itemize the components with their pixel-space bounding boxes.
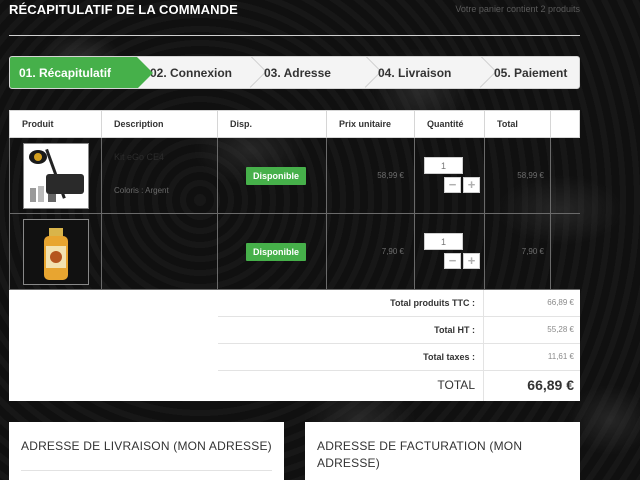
step-payment[interactable]: 05. Paiement <box>482 57 579 88</box>
totals-products-row: Total produits TTC : 66,89 € <box>218 290 580 317</box>
delivery-address-box: ADRESSE DE LIVRAISON (MON ADRESSE) <box>9 422 284 480</box>
totals-taxes-row: Total taxes : 11,61 € <box>218 344 580 371</box>
line-total: 58,99 € <box>517 171 544 180</box>
unit-price-cell: 58,99 € <box>327 138 415 213</box>
header-divider <box>9 35 580 36</box>
header-description: Description <box>102 111 218 137</box>
header-quantity: Quantité <box>415 111 485 137</box>
totals-products-value: 66,89 € <box>547 298 574 307</box>
header-availability: Disp. <box>218 111 327 137</box>
description-cell: Kit eGo CE4 Coloris : Argent <box>102 138 218 213</box>
billing-address-title: ADRESSE DE FACTURATION (MON ADRESSE) <box>317 439 523 470</box>
step-summary[interactable]: 01. Récapitulatif <box>10 57 153 88</box>
delivery-address-divider <box>21 470 272 471</box>
description-cell <box>102 214 218 289</box>
table-row: Kit eGo CE4 Coloris : Argent Disponible … <box>9 138 580 214</box>
delete-cell <box>551 214 581 289</box>
billing-address-box: ADRESSE DE FACTURATION (MON ADRESSE) <box>305 422 580 480</box>
quantity-increase-button[interactable]: + <box>463 177 480 193</box>
totals-spacer <box>9 290 218 401</box>
total-cell: 58,99 € <box>485 138 551 213</box>
totals-grand-row: TOTAL 66,89 € <box>218 371 580 401</box>
cart-count: Votre panier contient 2 produits <box>455 4 580 14</box>
totals-taxes-value: 11,61 € <box>547 352 574 361</box>
quantity-input[interactable] <box>424 157 463 174</box>
totals-grand-value: 66,89 € <box>527 377 574 393</box>
header-delete <box>551 111 579 137</box>
totals-ht-label: Total HT : <box>218 317 484 343</box>
checkout-steps: 01. Récapitulatif 02. Connexion 03. Adre… <box>9 56 580 89</box>
total-cell: 7,90 € <box>485 214 551 289</box>
unit-price: 7,90 € <box>381 247 404 256</box>
availability-badge: Disponible <box>246 167 306 185</box>
quantity-decrease-button[interactable]: − <box>444 177 461 193</box>
header-unit-price: Prix unitaire <box>327 111 415 137</box>
quantity-cell: − + <box>415 138 485 213</box>
product-attributes: Coloris : Argent <box>114 186 169 195</box>
quantity-cell: − + <box>415 214 485 289</box>
totals-ht-row: Total HT : 55,28 € <box>218 317 580 344</box>
totals-grand-label: TOTAL <box>218 371 484 401</box>
cart-table-header: Produit Description Disp. Prix unitaire … <box>9 110 580 138</box>
product-image[interactable] <box>23 143 89 209</box>
totals-taxes-label: Total taxes : <box>218 344 484 370</box>
page-title: RÉCAPITULATIF DE LA COMMANDE <box>9 2 238 17</box>
availability-badge: Disponible <box>246 243 306 261</box>
line-total: 7,90 € <box>521 247 544 256</box>
step-login[interactable]: 02. Connexion <box>137 57 252 88</box>
header-total: Total <box>485 111 551 137</box>
product-cell <box>10 214 102 289</box>
delivery-address-title: ADRESSE DE LIVRAISON (MON ADRESSE) <box>21 439 272 453</box>
step-shipping[interactable]: 04. Livraison <box>367 57 482 88</box>
totals-ht-value: 55,28 € <box>547 325 574 334</box>
cart-table: Produit Description Disp. Prix unitaire … <box>9 110 580 401</box>
unit-price-cell: 7,90 € <box>327 214 415 289</box>
availability-cell: Disponible <box>218 138 327 213</box>
delete-cell <box>551 138 581 213</box>
step-address[interactable]: 03. Adresse <box>252 57 367 88</box>
totals-products-label: Total produits TTC : <box>218 290 484 316</box>
product-name[interactable]: Kit eGo CE4 <box>114 152 164 162</box>
quantity-increase-button[interactable]: + <box>463 253 480 269</box>
availability-cell: Disponible <box>218 214 327 289</box>
quantity-decrease-button[interactable]: − <box>444 253 461 269</box>
product-image[interactable] <box>23 219 89 285</box>
unit-price: 58,99 € <box>377 171 404 180</box>
quantity-input[interactable] <box>424 233 463 250</box>
table-row: Disponible 7,90 € − + 7,90 € <box>9 214 580 290</box>
product-cell <box>10 138 102 213</box>
header-product: Produit <box>10 111 102 137</box>
